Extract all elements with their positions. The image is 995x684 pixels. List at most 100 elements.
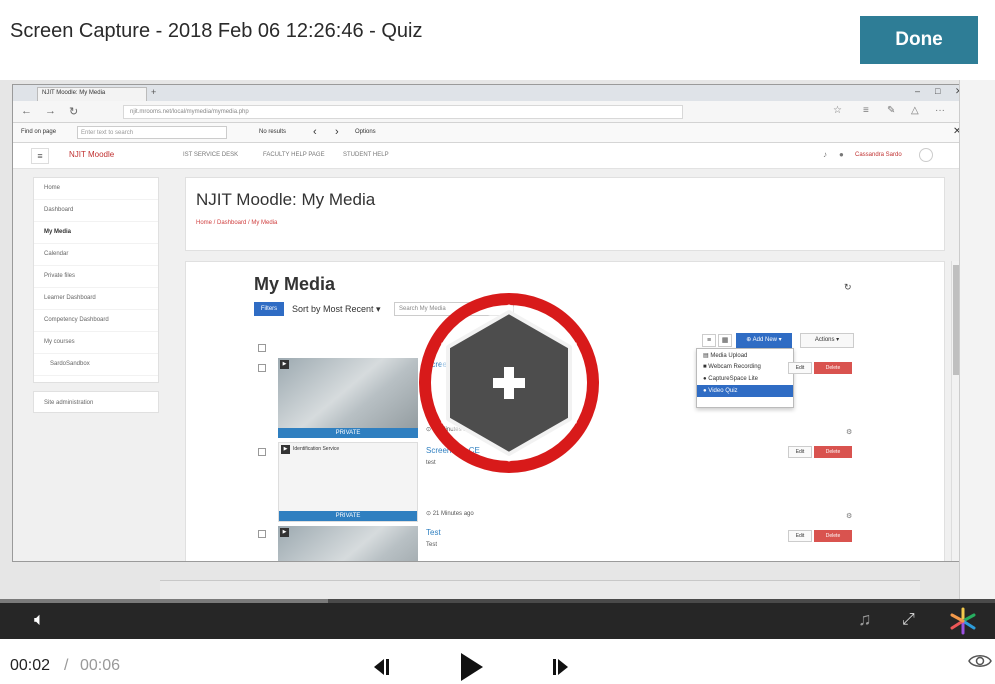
page-title: Screen Capture - 2018 Feb 06 12:26:46 - … [10, 20, 423, 42]
nav-faculty-help: FACULTY HELP PAGE [263, 152, 325, 158]
thumb-doc-title: Identification Service [293, 446, 340, 452]
filters-button: Filters [254, 302, 284, 316]
sidebar-item-home: Home [34, 178, 158, 200]
delete-button: Delete [814, 446, 852, 458]
player-footer: 00:02 / 00:06 [0, 639, 995, 684]
sidebar-item-calendar: Calendar [34, 244, 158, 266]
notes-icon: ✎ [887, 105, 896, 116]
quiz-question-marker[interactable] [416, 290, 602, 476]
entry-settings-icon: ⚙ [846, 513, 853, 520]
time-separator: / [64, 657, 69, 674]
step-back-icon[interactable] [372, 659, 390, 675]
moodle-navbar: ≡ NJIT Moodle IST SERVICE DESK FACULTY H… [13, 143, 973, 169]
add-new-menu: ▤ Media Upload ■ Webcam Recording ● Capt… [696, 348, 794, 408]
find-prev-icon: ‹ [313, 126, 317, 138]
sidebar-site-admin: Site administration [33, 391, 159, 413]
grid-view-icon: ▦ [718, 334, 732, 347]
message-icon: ● [839, 150, 844, 159]
entry-checkbox [258, 448, 266, 456]
sidebar-item-private-files: Private files [34, 266, 158, 288]
find-bar: Find on page Enter text to search No res… [13, 123, 973, 143]
desktop-status-strip [160, 580, 920, 600]
nav-student-help: STUDENT HELP [343, 152, 389, 158]
sort-dropdown: Sort by Most Recent ▾ [292, 304, 381, 314]
entry-thumbnail: ▶ [278, 526, 418, 561]
desktop-side-panel [959, 80, 995, 600]
menu-item-media-upload: ▤ Media Upload [703, 353, 748, 359]
moodle-brand: NJIT Moodle [69, 150, 115, 159]
add-new-button: ⊕ Add New ▾ [736, 333, 792, 348]
privacy-label: PRIVATE [279, 511, 417, 521]
sidebar-item-competency-dashboard: Competency Dashboard [34, 310, 158, 332]
sidebar-item-my-media: My Media [34, 222, 158, 244]
entry-settings-icon: ⚙ [846, 429, 853, 436]
notification-bell-icon: ♪ [823, 150, 827, 159]
new-tab-icon: + [151, 87, 157, 97]
entry-thumbnail: ▶ Identification Service PRIVATE [278, 442, 418, 522]
menu-icon: ≡ [31, 148, 49, 164]
audio-track-icon[interactable]: ♫ [858, 609, 872, 630]
maximize-icon: □ [935, 86, 941, 96]
entry-title: Test [426, 528, 441, 537]
video-control-bar: 🔈︎ ♫ ⤢ [0, 599, 995, 639]
done-button[interactable]: Done [860, 16, 978, 64]
menu-item-video-quiz: ● Video Quiz [697, 385, 793, 397]
list-view-icon: ≡ [702, 334, 716, 347]
playback-progress-fill [0, 599, 329, 603]
breadcrumb: Home / Dashboard / My Media [196, 220, 278, 226]
forward-icon: → [45, 105, 56, 117]
entry-checkbox [258, 530, 266, 538]
find-input: Enter text to search [77, 126, 227, 139]
menu-item-capturespace: ● CaptureSpace Lite [703, 376, 758, 382]
browser-tab: NJIT Moodle: My Media [37, 87, 147, 101]
sort-label: Sort by Most Recent [292, 304, 374, 314]
moodle-page-title: NJIT Moodle: My Media [196, 190, 376, 209]
refresh-media-icon: ↻ [844, 282, 852, 292]
volume-icon[interactable]: 🔈︎ [34, 609, 45, 630]
hub-icon: ≡ [863, 105, 869, 116]
refresh-icon: ↻ [69, 106, 79, 118]
video-type-icon: ▶ [280, 528, 289, 537]
fullscreen-icon[interactable]: ⤢ [902, 611, 915, 629]
entry-description: Test [426, 542, 438, 548]
more-icon: ··· [935, 105, 945, 116]
find-label: Find on page [21, 129, 57, 135]
edit-button: Edit [788, 530, 812, 542]
preview-eye-icon[interactable] [968, 653, 992, 669]
avatar [919, 148, 933, 162]
browser-tab-strip: NJIT Moodle: My Media + – □ ✕ [13, 85, 973, 101]
back-icon: ← [21, 105, 32, 117]
nav-service-desk: IST SERVICE DESK [183, 152, 239, 158]
entry-checkbox [258, 364, 266, 372]
step-forward-icon[interactable] [552, 659, 570, 675]
kaltura-spark-icon [950, 607, 976, 635]
moodle-sidebar: Home Dashboard My Media Calendar Private… [33, 177, 159, 383]
entry-thumbnail: ▶ PRIVATE [278, 358, 418, 438]
play-icon[interactable] [458, 653, 484, 681]
browser-address-bar: ← → ↻ njit.mrooms.net/local/mymedia/myme… [13, 101, 973, 123]
url-field: njit.mrooms.net/local/mymedia/mymedia.ph… [123, 105, 683, 119]
playback-progress[interactable] [0, 599, 995, 603]
find-result: No results [259, 129, 287, 135]
entry-meta: ⊙ 21 Minutes ago [426, 511, 474, 517]
minimize-icon: – [915, 86, 921, 96]
actions-button: Actions ▾ [800, 333, 854, 348]
edit-button: Edit [788, 362, 812, 374]
sidebar-item-learner-dashboard: Learner Dashboard [34, 288, 158, 310]
video-type-icon: ▶ [280, 360, 289, 369]
moodle-page-header: NJIT Moodle: My Media Home / Dashboard /… [185, 177, 945, 251]
find-next-icon: › [335, 126, 339, 138]
edit-button: Edit [788, 446, 812, 458]
select-all-checkbox [258, 344, 266, 352]
find-options: Options [355, 129, 376, 135]
privacy-label: PRIVATE [278, 428, 418, 438]
delete-button: Delete [814, 362, 852, 374]
total-time: 00:06 [80, 657, 121, 674]
sidebar-item-sandbox: SardoSandbox [34, 354, 158, 376]
menu-item-webcam-recording: ■ Webcam Recording [703, 364, 761, 370]
video-type-icon: ▶ [281, 445, 290, 454]
share-icon: △ [911, 105, 919, 116]
sidebar-item-my-courses: My courses [34, 332, 158, 354]
current-time: 00:02 [10, 657, 51, 674]
my-media-title: My Media [254, 274, 336, 294]
